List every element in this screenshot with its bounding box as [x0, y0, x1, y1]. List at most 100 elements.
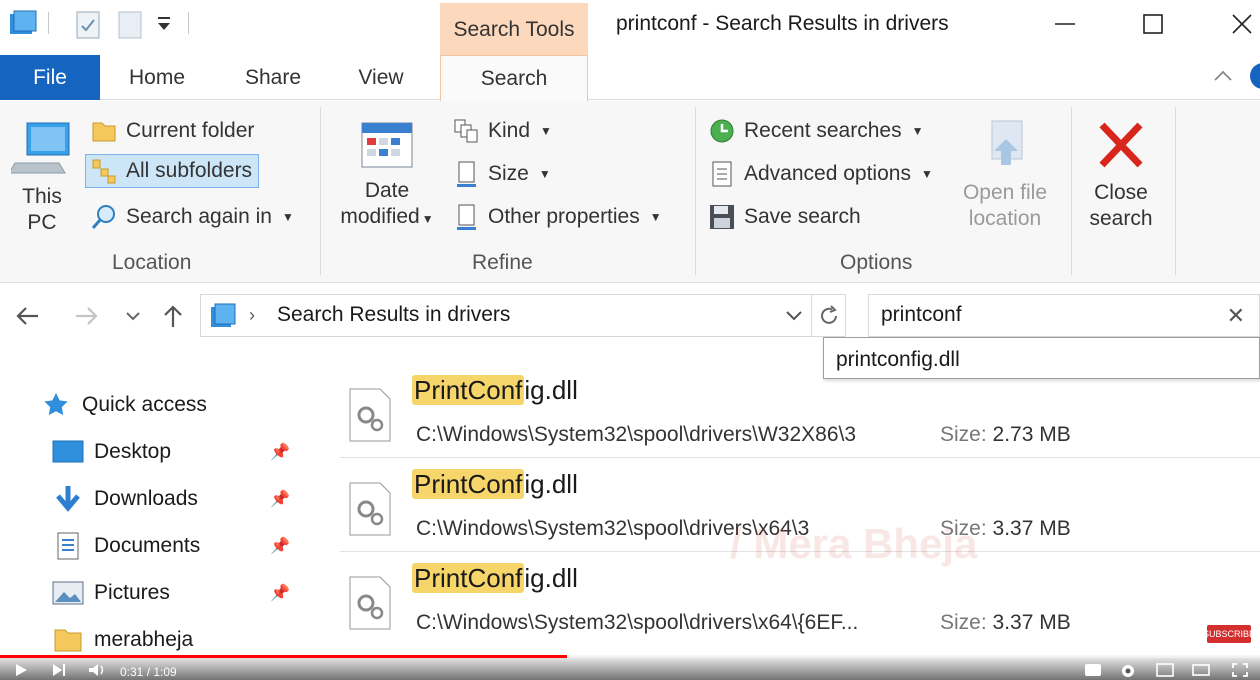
breadcrumb-chevron-icon[interactable]: › — [249, 305, 255, 326]
result-filename[interactable]: PrintConfig.dll — [412, 563, 578, 594]
current-folder-button[interactable]: Current folder — [90, 114, 254, 148]
search-folder-icon — [90, 203, 118, 231]
nav-downloads[interactable]: Downloads 📌 — [0, 479, 300, 519]
date-modified-button[interactable]: Date modified ▼ — [332, 119, 442, 232]
open-file-location-label-2: location — [968, 207, 1042, 230]
save-search-label: Save search — [744, 205, 861, 228]
pin-icon[interactable]: 📌 — [270, 583, 290, 603]
video-time: 0:31 / 1:09 — [120, 665, 177, 679]
video-progress-bar[interactable] — [0, 655, 1260, 658]
tab-search[interactable]: Search — [440, 55, 588, 101]
nav-pictures[interactable]: Pictures 📌 — [0, 573, 300, 613]
tab-share[interactable]: Share — [228, 55, 318, 100]
pin-icon[interactable]: 📌 — [270, 489, 290, 509]
help-icon[interactable] — [1250, 63, 1260, 89]
result-size-value: 3.37 MB — [992, 517, 1071, 540]
pin-icon[interactable]: 📌 — [270, 536, 290, 556]
search-input-value: printconf — [881, 303, 962, 326]
properties-icon[interactable] — [74, 10, 102, 45]
recent-locations-button[interactable] — [118, 301, 148, 331]
next-icon[interactable] — [52, 663, 66, 680]
all-subfolders-label: All subfolders — [126, 159, 253, 182]
tab-file[interactable]: File — [0, 55, 100, 100]
save-search-button[interactable]: Save search — [708, 200, 861, 234]
close-search-button[interactable]: Close search — [1078, 119, 1164, 232]
captions-icon[interactable] — [1084, 663, 1102, 680]
theater-mode-icon[interactable] — [1192, 663, 1210, 680]
search-results-list: PrintConfig.dll C:\Windows\System32\spoo… — [300, 349, 1260, 655]
breadcrumb-search-results[interactable]: Search Results in drivers — [277, 303, 510, 327]
clear-search-icon[interactable]: ✕ — [1227, 303, 1245, 329]
pin-icon[interactable]: 📌 — [270, 442, 290, 462]
kind-label: Kind — [488, 119, 531, 142]
nav-merabheja[interactable]: merabheja — [0, 620, 300, 655]
other-properties-button[interactable]: Other properties ▼ — [452, 200, 662, 234]
dropdown-arrow-icon: ▼ — [281, 210, 294, 224]
group-label-refine: Refine — [472, 251, 533, 274]
advanced-options-button[interactable]: Advanced options ▼ — [708, 157, 933, 191]
desktop-icon — [52, 436, 84, 468]
search-input[interactable]: printconf ✕ — [868, 294, 1260, 337]
tab-view[interactable]: View — [336, 55, 426, 100]
dropdown-arrow-icon: ▼ — [540, 124, 552, 138]
open-file-location-button[interactable]: Open file location — [950, 119, 1060, 232]
address-dropdown-icon[interactable] — [785, 309, 803, 328]
back-button[interactable] — [12, 301, 42, 331]
search-match-highlight: PrintConf — [412, 375, 525, 405]
tab-home[interactable]: Home — [112, 55, 202, 100]
up-button[interactable] — [158, 301, 188, 331]
back-arrow-icon — [16, 307, 38, 325]
forward-button[interactable] — [72, 301, 102, 331]
volume-icon[interactable] — [88, 663, 106, 680]
qat-customize-icon[interactable] — [156, 14, 172, 39]
nav-quick-access[interactable]: Quick access — [0, 385, 300, 425]
result-filename[interactable]: PrintConfig.dll — [412, 469, 578, 500]
new-folder-icon[interactable] — [116, 10, 144, 45]
settings-gear-icon[interactable] — [1120, 663, 1136, 680]
window-title: printconf - Search Results in drivers — [616, 12, 949, 35]
fullscreen-icon[interactable] — [1232, 663, 1248, 680]
advanced-options-label: Advanced options — [744, 162, 911, 185]
nav-downloads-label: Downloads — [94, 487, 198, 510]
search-again-in-button[interactable]: Search again in ▼ — [90, 200, 294, 234]
pictures-icon — [52, 577, 84, 609]
address-bar[interactable]: › Search Results in drivers — [200, 294, 812, 337]
result-filename[interactable]: PrintConfig.dll — [412, 375, 578, 406]
kind-icon — [452, 117, 480, 145]
nav-documents[interactable]: Documents 📌 — [0, 526, 300, 566]
kind-button[interactable]: Kind ▼ — [452, 114, 552, 148]
close-window-button[interactable] — [1222, 8, 1260, 40]
chevron-down-icon — [126, 312, 140, 321]
explorer-icon[interactable] — [8, 10, 38, 43]
dropdown-arrow-icon: ▼ — [538, 167, 551, 181]
group-separator — [695, 107, 696, 275]
result-size-value: 2.73 MB — [992, 423, 1071, 446]
dll-file-icon — [349, 482, 391, 536]
this-pc-button[interactable]: This PC — [8, 119, 74, 236]
size-icon — [452, 160, 480, 188]
search-suggestion[interactable]: printconfig.dll — [823, 337, 1260, 379]
result-size-value: 3.37 MB — [992, 611, 1071, 634]
all-subfolders-button[interactable]: All subfolders — [85, 154, 260, 188]
play-icon[interactable] — [14, 663, 28, 680]
size-button[interactable]: Size ▼ — [452, 157, 551, 191]
computer-icon — [8, 122, 70, 174]
up-arrow-icon — [164, 305, 182, 327]
maximize-button[interactable] — [1133, 8, 1173, 40]
ribbon-tab-bar: File Home Share View Search — [0, 55, 1260, 101]
recent-searches-button[interactable]: Recent searches ▼ — [708, 114, 923, 148]
result-size: Size: 3.37 MB — [940, 611, 1071, 635]
collapse-ribbon-icon[interactable] — [1212, 65, 1234, 92]
result-filename-rest: ig.dll — [524, 469, 578, 499]
dll-file-icon — [349, 388, 391, 442]
dropdown-arrow-icon: ▼ — [649, 210, 662, 224]
current-folder-label: Current folder — [126, 119, 255, 142]
video-controls: 0:31 / 1:09 — [0, 655, 1260, 680]
miniplayer-icon[interactable] — [1156, 663, 1174, 680]
result-size: Size: 2.73 MB — [940, 423, 1071, 447]
minimize-button[interactable] — [1045, 8, 1085, 40]
subscribe-button[interactable]: SUBSCRIBE — [1203, 625, 1255, 643]
folder-icon — [90, 117, 118, 145]
refresh-button[interactable] — [812, 294, 846, 337]
nav-desktop[interactable]: Desktop 📌 — [0, 432, 300, 472]
